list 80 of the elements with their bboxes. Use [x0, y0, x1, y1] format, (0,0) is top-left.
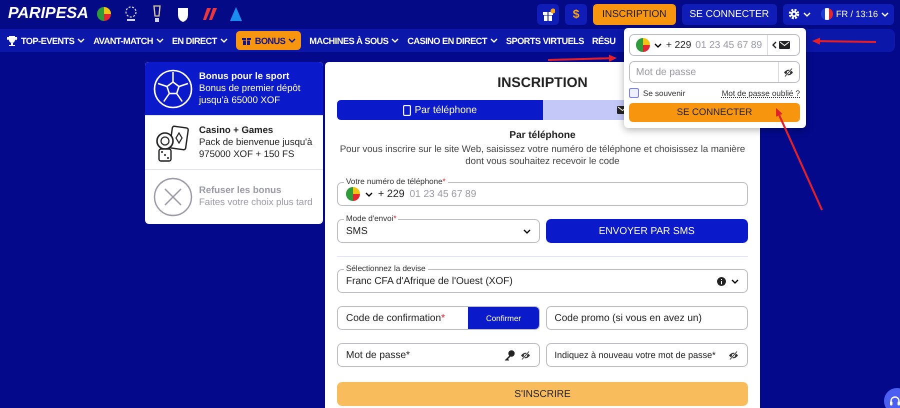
chevron-icon [731, 278, 739, 284]
soccer-ball-icon [153, 68, 193, 108]
tab[interactable]: Par téléphone [337, 100, 542, 120]
eye-off-icon [783, 68, 794, 76]
gift-button[interactable] [537, 4, 560, 24]
bonus-title: Refuser les bonus [199, 185, 282, 197]
placeholder: Mot de passe [636, 66, 698, 78]
headset-icon [889, 395, 900, 407]
select-value: SMS [346, 226, 369, 236]
flag-icon [636, 38, 650, 52]
chevron-icon [654, 42, 662, 48]
nav-item[interactable]: TOP-EVENTS [6, 32, 86, 50]
send-sms-button[interactable]: ENVOYER PAR SMS [546, 219, 748, 243]
login-submit-button[interactable]: SE CONNECTER [629, 103, 800, 122]
flag-icon [346, 187, 360, 201]
chevron-icon [881, 12, 889, 16]
chevron-icon [802, 12, 811, 16]
country-code: + 229 [378, 188, 405, 200]
login-button[interactable]: SE CONNECTER [682, 4, 777, 24]
star-ball-icon [124, 6, 138, 22]
triangle-icon [230, 7, 242, 21]
close-circle-icon [153, 177, 193, 217]
placeholder: 01 23 45 67 89 [410, 188, 478, 200]
gift-icon [240, 35, 252, 46]
info-icon [717, 276, 726, 286]
bonus-title: Casino + Games [199, 124, 274, 136]
nav-item[interactable]: EN DIRECT [172, 32, 228, 48]
key-icon [504, 350, 514, 360]
bonus-title: Bonus pour le sport [199, 70, 290, 82]
bonus-description: Bonus de premier dépôt jusqu'à 65000 XOF [199, 82, 302, 106]
form-title: INSCRIPTION [496, 74, 589, 90]
bonus-option[interactable]: Bonus pour le sport Bonus de premier dépôt jusqu'à 65000 XOF [145, 62, 323, 116]
currency-button[interactable]: $ [565, 4, 588, 24]
nav-item[interactable]: SPORTS VIRTUELS [506, 32, 584, 48]
chevron-left-icon [772, 41, 777, 49]
field-label: Mode d'envoi* [344, 214, 398, 224]
settings-icon [788, 8, 800, 20]
field-label: Votre numéro de téléphone* [344, 177, 448, 187]
placeholder: Mot de passe* [346, 350, 411, 360]
register-submit-button[interactable]: S'INSCRIRE [337, 382, 748, 406]
country-code: + 229 [666, 40, 692, 50]
bonus-description: Pack de bienvenue jusqu'à 975000 XOF + 150 FS [199, 136, 314, 160]
nav-item[interactable]: CASINO EN DIRECT [407, 32, 498, 48]
phone-icon [402, 104, 411, 116]
envelope-icon [779, 41, 790, 49]
placeholder: 01 23 45 67 89 [695, 40, 763, 50]
chevron-icon [365, 192, 373, 196]
phone-field[interactable]: + 229 01 23 45 67 89 [629, 34, 800, 56]
confirm-button[interactable]: Confirmer [468, 307, 538, 329]
eye-off-icon [520, 350, 530, 360]
forgot-password-link[interactable]: Mot de passe oublié ? [722, 88, 800, 98]
gift-icon [542, 8, 555, 20]
stripes-icon [202, 7, 217, 21]
nav-item[interactable]: AVANT-MATCH [93, 32, 164, 48]
bonus-description: Faites votre choix plus tard [199, 197, 313, 209]
intro-text: Pour vous inscrire sur le site Web, saisissez votre numéro de téléphone et choisissez la manière dont vous souhaitez recevoir le code [338, 144, 746, 168]
promo-code-field[interactable]: Code promo (si vous en avez un) [546, 306, 748, 330]
checkbox[interactable] [629, 88, 639, 98]
password-confirm-field[interactable]: Indiquez à nouveau votre mot de passe* [546, 343, 748, 367]
bonus-option[interactable]: Casino + Games Pack de bienvenue jusqu'à 975000 XOF + 150 FS [145, 116, 323, 170]
placeholder: Indiquez à nouveau votre mot de passe* [554, 350, 717, 360]
nav-item[interactable]: MACHINES À SOUS [309, 32, 400, 48]
logo[interactable]: PARIPESA [8, 5, 89, 23]
nav-item[interactable]: BONUS [236, 31, 302, 50]
register-button[interactable]: INSCRIPTION [593, 4, 676, 24]
placeholder: Code promo (si vous en avez un) [554, 312, 703, 324]
confirmation-code-field[interactable]: Code de confirmation* Confirmer [337, 306, 540, 330]
flag-icon [820, 8, 833, 20]
annotation-arrow [812, 38, 876, 45]
annotation-arrow [548, 54, 617, 62]
checkbox-label: Se souvenir [643, 88, 686, 98]
eye-off-icon [728, 350, 739, 360]
field-label: Sélectionnez la devise [344, 264, 428, 274]
shield-icon [176, 6, 190, 22]
password-field[interactable]: Mot de passe* [337, 343, 540, 367]
chevron-icon [522, 228, 530, 234]
select-value: Franc CFA d'Afrique de l'Ouest (XOF) [346, 276, 514, 286]
nav-item[interactable]: RÉSU [592, 32, 616, 48]
flag-icon [96, 7, 111, 21]
section-title: Par téléphone [508, 130, 577, 141]
